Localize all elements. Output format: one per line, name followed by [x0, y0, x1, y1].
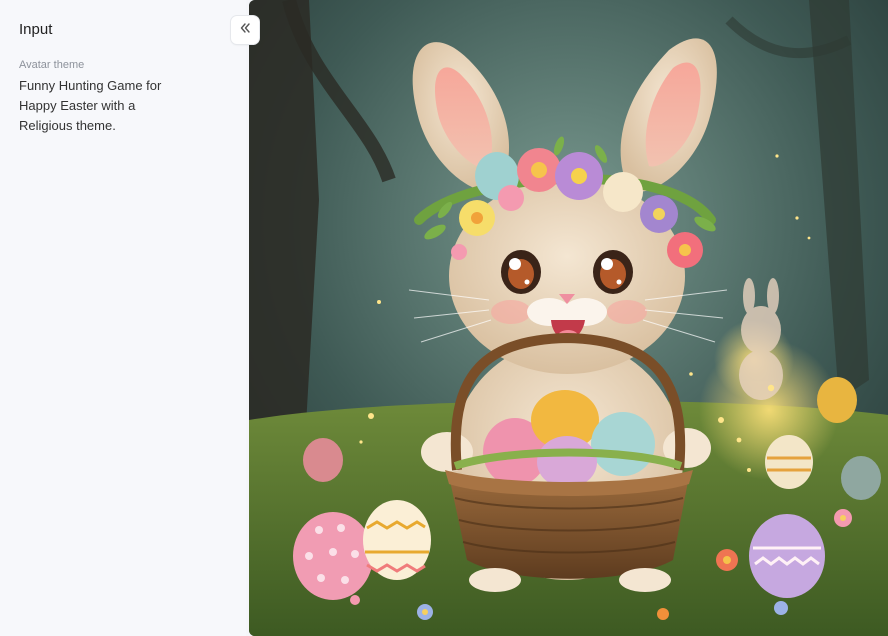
avatar-theme-label: Avatar theme — [19, 59, 85, 71]
panel-title: Input — [19, 21, 53, 38]
double-chevron-left-icon — [238, 21, 252, 40]
generated-image — [249, 0, 888, 636]
avatar-theme-value: Funny Hunting Game for Happy Easter with… — [19, 78, 162, 133]
collapse-panel-button[interactable] — [231, 16, 259, 44]
input-panel: Input Avatar theme Funny Hunting Game fo… — [0, 0, 246, 636]
